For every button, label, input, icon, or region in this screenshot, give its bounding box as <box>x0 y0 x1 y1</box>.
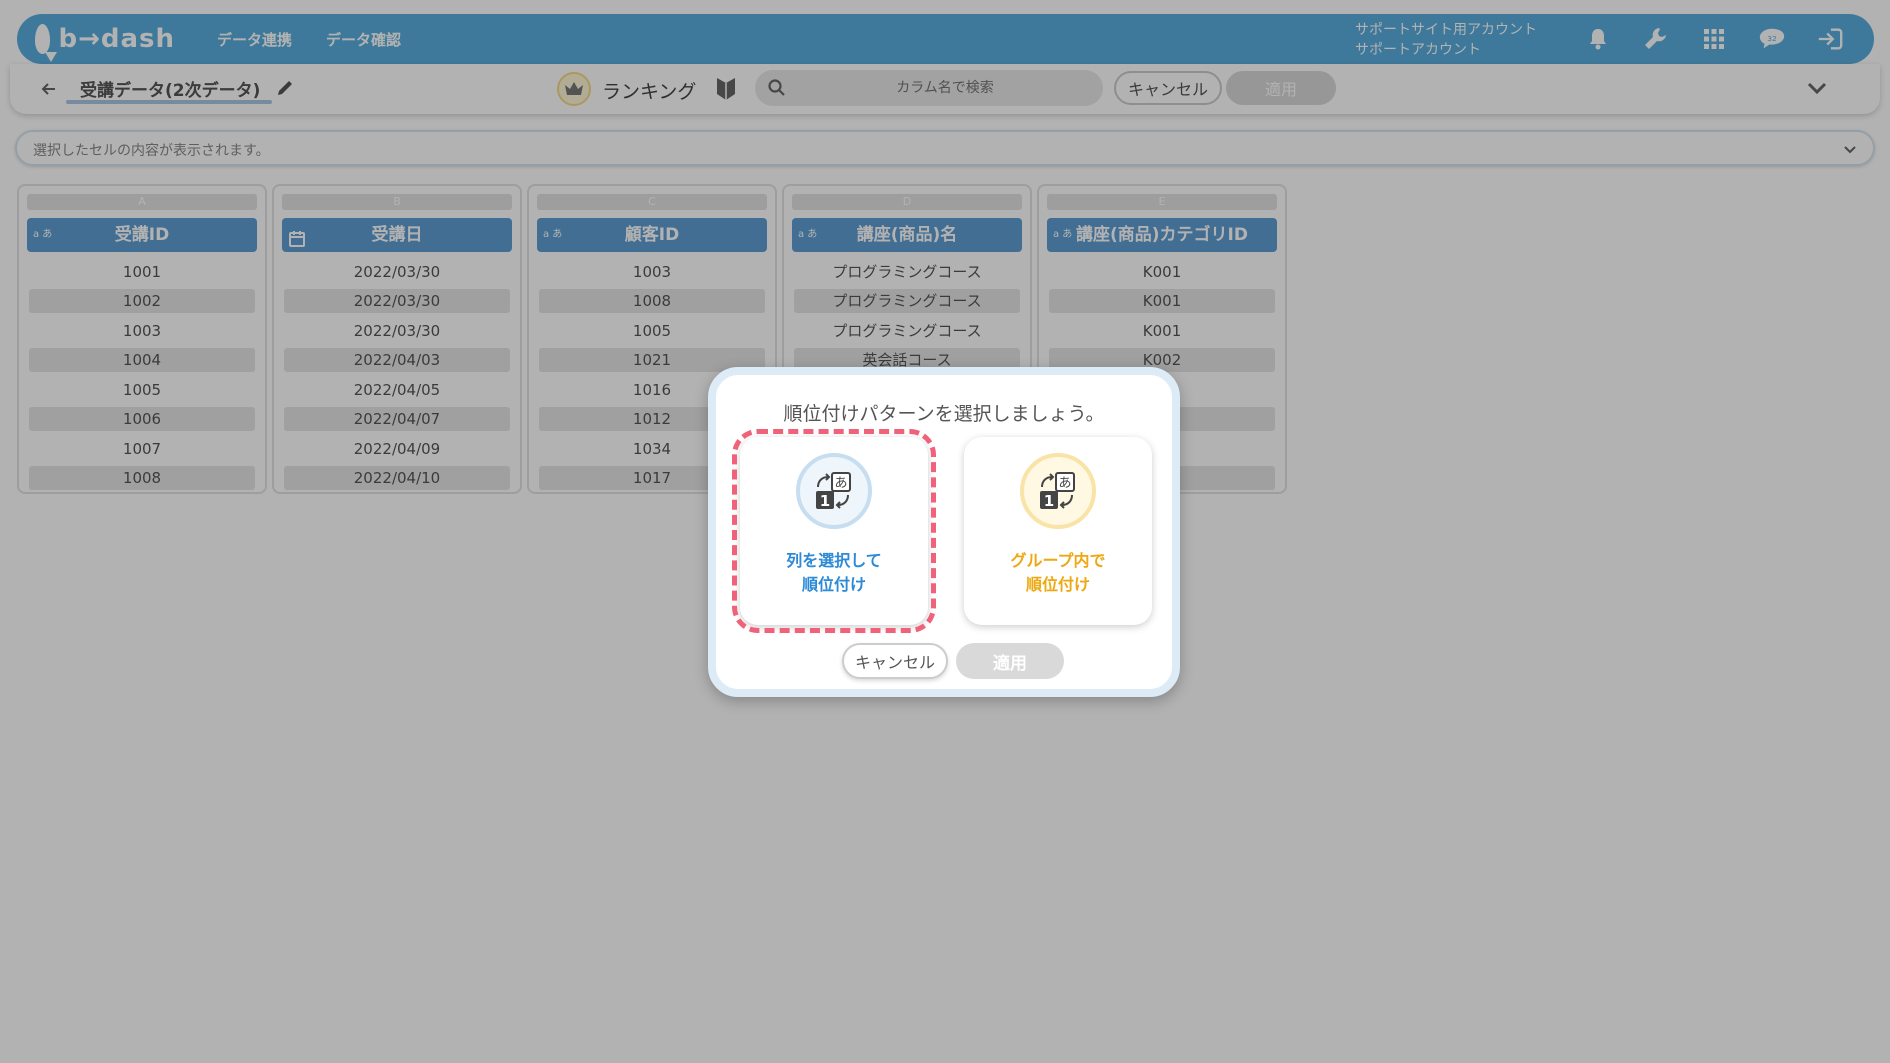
ranking-icon: あ 1 <box>1020 453 1096 529</box>
svg-text:あ: あ <box>1058 476 1071 491</box>
option-label-line1: 列を選択して <box>786 551 882 570</box>
option-label-line2: 順位付け <box>1025 575 1090 594</box>
option-label-line1: グループ内で <box>1010 551 1106 570</box>
option-label-line2: 順位付け <box>801 575 866 594</box>
ranking-icon: あ 1 <box>796 453 872 529</box>
option-label: 列を選択して 順位付け <box>740 549 928 597</box>
dialog-title: 順位付けパターンを選択しましょう。 <box>783 403 1105 425</box>
rank-by-column-option[interactable]: あ 1 列を選択して 順位付け <box>732 429 936 633</box>
svg-text:1: 1 <box>1044 492 1054 510</box>
dialog-cancel-button[interactable]: キャンセル <box>842 643 948 679</box>
svg-text:1: 1 <box>820 492 830 510</box>
option-label: グループ内で 順位付け <box>964 549 1152 597</box>
rank-within-group-option[interactable]: あ 1 グループ内で 順位付け <box>964 437 1152 625</box>
svg-text:あ: あ <box>834 476 847 491</box>
ranking-pattern-dialog: 順位付けパターンを選択しましょう。 あ 1 列を選択して 順位付け あ 1 グル… <box>708 367 1180 697</box>
dialog-apply-button[interactable]: 適用 <box>956 643 1064 679</box>
